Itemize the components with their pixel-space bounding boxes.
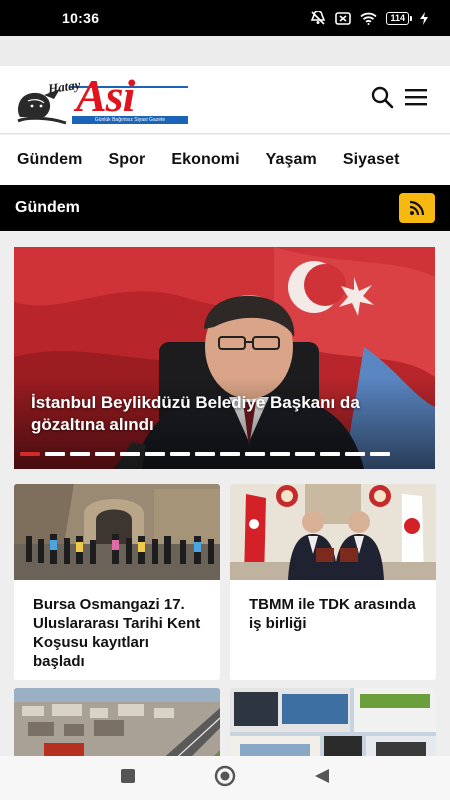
news-card[interactable]: Bursa Osmangazi 17. Uluslararası Tarihi … xyxy=(14,484,220,680)
news-card-title: Bursa Osmangazi 17. Uluslararası Tarihi … xyxy=(33,596,201,670)
news-card-title: TBMM ile TDK arasında iş birliği xyxy=(249,596,416,632)
nav-item-spor[interactable]: Spor xyxy=(109,151,146,169)
slider-dot[interactable] xyxy=(20,452,40,456)
slider-dot[interactable] xyxy=(45,452,65,456)
menu-icon[interactable] xyxy=(404,87,428,112)
hatay-asi-logo[interactable]: Hatay Asi Günlük Bağımsız Siyasi Gazete xyxy=(14,70,188,125)
nav-item-yasam[interactable]: Yaşam xyxy=(266,151,317,169)
slider-pagination xyxy=(20,452,390,456)
charging-icon xyxy=(420,11,428,25)
mute-icon xyxy=(310,11,326,25)
slider-dot[interactable] xyxy=(245,452,265,456)
news-card-image xyxy=(14,484,220,580)
nav-item-gundem[interactable]: Gündem xyxy=(17,151,83,169)
rss-button[interactable] xyxy=(399,193,435,223)
section-header: Gündem xyxy=(0,185,450,231)
ad-banner-area xyxy=(0,36,450,66)
slider-dot[interactable] xyxy=(95,452,115,456)
slider-dot[interactable] xyxy=(295,452,315,456)
status-icons: 114 xyxy=(310,11,428,25)
slider-dot[interactable] xyxy=(170,452,190,456)
status-time: 10:36 xyxy=(62,10,100,26)
slider-dot[interactable] xyxy=(220,452,240,456)
headline-title[interactable]: İstanbul Beylikdüzü Belediye Başkanı da … xyxy=(31,392,426,436)
screen-cast-icon xyxy=(335,11,352,25)
slider-dot[interactable] xyxy=(145,452,165,456)
section-title: Gündem xyxy=(15,199,80,216)
status-bar: 10:36 114 xyxy=(0,0,450,36)
headline-slider[interactable]: İstanbul Beylikdüzü Belediye Başkanı da … xyxy=(14,247,435,469)
nav-item-siyaset[interactable]: Siyaset xyxy=(343,151,400,169)
logo-tagline: Günlük Bağımsız Siyasi Gazete xyxy=(72,115,188,124)
recents-button[interactable] xyxy=(120,768,136,789)
slider-dot[interactable] xyxy=(345,452,365,456)
category-nav: Gündem Spor Ekonomi Yaşam Siyaset xyxy=(0,135,450,185)
home-button[interactable] xyxy=(214,765,236,792)
nav-item-ekonomi[interactable]: Ekonomi xyxy=(171,151,239,169)
slider-dot[interactable] xyxy=(70,452,90,456)
news-card[interactable]: TBMM ile TDK arasında iş birliği xyxy=(230,484,436,680)
logo-asi-text: Asi xyxy=(76,69,135,121)
slider-dot[interactable] xyxy=(195,452,215,456)
search-icon[interactable] xyxy=(370,85,394,114)
slider-dot[interactable] xyxy=(120,452,140,456)
slider-dot[interactable] xyxy=(370,452,390,456)
news-card-image xyxy=(230,484,436,580)
app-header: Hatay Asi Günlük Bağımsız Siyasi Gazete xyxy=(0,66,450,134)
system-nav-bar xyxy=(0,756,450,800)
battery-icon: 114 xyxy=(386,11,412,25)
header-actions xyxy=(370,85,428,114)
rss-icon xyxy=(409,200,425,216)
wifi-icon xyxy=(360,12,378,25)
back-button[interactable] xyxy=(314,768,330,789)
slider-dot[interactable] xyxy=(320,452,340,456)
slider-dot[interactable] xyxy=(270,452,290,456)
